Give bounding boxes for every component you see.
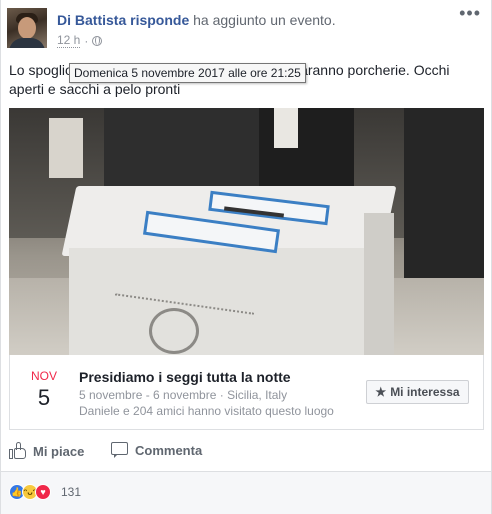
- event-dates: 5 novembre - 6 novembre: [79, 388, 217, 402]
- event-location: Sicilia, Italy: [227, 388, 288, 402]
- event-friends-visited: Daniele e 204 amici hanno visitato quest…: [79, 404, 334, 418]
- event-day: 5: [37, 385, 51, 410]
- event-date: NOV 5: [24, 369, 64, 411]
- event-link[interactable]: evento: [290, 12, 332, 28]
- post-text-start: Lo spoglio: [9, 62, 73, 78]
- love-reaction-icon: ♥: [35, 484, 51, 500]
- event-separator: ·: [216, 388, 228, 402]
- thumbs-up-icon: [9, 442, 27, 460]
- interested-button[interactable]: ★ Mi interessa: [366, 380, 469, 404]
- event-card[interactable]: NOV 5 Presidiamo i seggi tutta la notte …: [9, 355, 484, 430]
- author-avatar[interactable]: [7, 8, 47, 48]
- comment-button[interactable]: Commenta: [111, 442, 202, 458]
- comment-bubble-icon: [111, 442, 129, 458]
- meta-dot: ·: [84, 33, 89, 48]
- header-period: .: [331, 12, 336, 28]
- event-cover-photo[interactable]: [9, 108, 484, 355]
- globe-icon[interactable]: [92, 35, 103, 46]
- timestamp-tooltip: Domenica 5 novembre 2017 alle ore 21:25: [69, 63, 306, 83]
- post-meta: 12 h ·: [57, 33, 103, 48]
- star-icon: ★: [375, 385, 387, 399]
- action-text-label: ha aggiunto un: [193, 12, 286, 28]
- avatar-face: [18, 17, 36, 39]
- event-info: Presidiamo i seggi tutta la notte 5 nove…: [79, 369, 349, 418]
- interested-button-label: Mi interessa: [390, 385, 460, 399]
- photo-paper: [274, 108, 298, 148]
- more-options-icon[interactable]: •••: [459, 4, 481, 22]
- action-text: ha aggiunto un: [193, 12, 290, 28]
- ballot-box-side: [364, 213, 394, 355]
- event-month: NOV: [30, 369, 57, 383]
- photo-paper: [49, 118, 83, 178]
- post-timestamp[interactable]: 12 h: [57, 33, 81, 48]
- author-name-link[interactable]: Di Battista risponde: [57, 12, 189, 28]
- ballot-box-emblem: [149, 308, 199, 354]
- like-button[interactable]: Mi piace: [9, 442, 84, 460]
- event-details: 5 novembre - 6 novembre · Sicilia, Italy: [79, 388, 349, 402]
- avatar-shoulders: [9, 38, 45, 48]
- reaction-icons[interactable]: 👍 ᵔᴗᵔ ♥: [9, 484, 51, 500]
- post-card: Di Battista risponde ha aggiunto un even…: [0, 0, 492, 514]
- post-header: Di Battista risponde ha aggiunto un even…: [57, 12, 336, 28]
- like-button-label: Mi piace: [33, 443, 85, 459]
- post-actions: Mi piace Commenta: [1, 436, 491, 468]
- comment-button-label: Commenta: [135, 442, 203, 458]
- reaction-count[interactable]: 131: [61, 485, 81, 499]
- event-title-link[interactable]: Presidiamo i seggi tutta la notte: [79, 369, 349, 385]
- reactions-bar: 👍 ᵔᴗᵔ ♥ 131: [1, 472, 491, 514]
